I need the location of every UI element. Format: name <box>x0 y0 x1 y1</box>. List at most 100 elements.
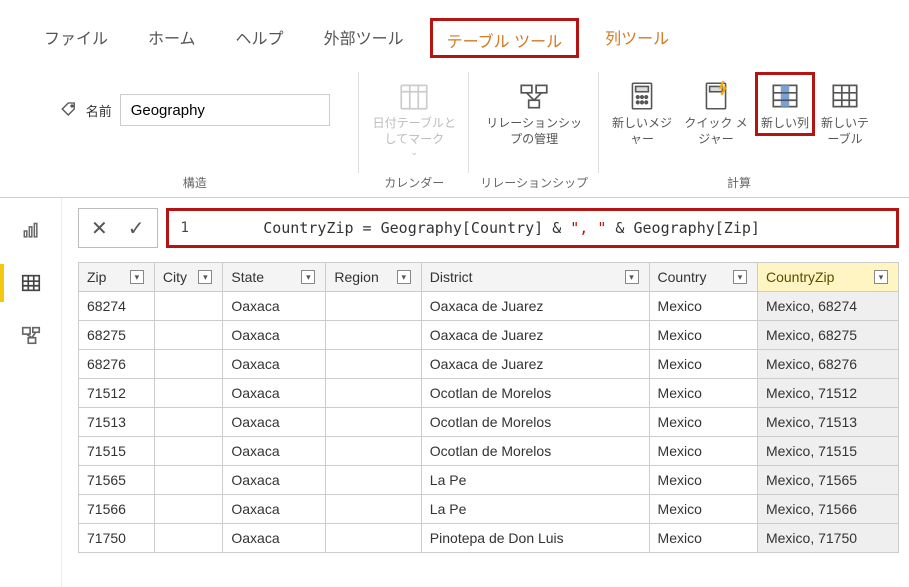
cell-district[interactable]: Ocotlan de Morelos <box>421 408 649 437</box>
cell-city[interactable] <box>154 408 222 437</box>
cell-state[interactable]: Oaxaca <box>223 350 326 379</box>
cell-country[interactable]: Mexico <box>649 408 757 437</box>
cell-countryzip[interactable]: Mexico, 68275 <box>757 321 898 350</box>
table-row[interactable]: 71566 Oaxaca La PeMexicoMexico, 71566 <box>79 495 899 524</box>
cell-region[interactable] <box>326 495 421 524</box>
cell-zip[interactable]: 71515 <box>79 437 155 466</box>
filter-dropdown-icon[interactable]: ▾ <box>301 270 315 284</box>
cell-district[interactable]: La Pe <box>421 466 649 495</box>
cell-state[interactable]: Oaxaca <box>223 495 326 524</box>
cell-zip[interactable]: 71512 <box>79 379 155 408</box>
cell-country[interactable]: Mexico <box>649 350 757 379</box>
cell-region[interactable] <box>326 379 421 408</box>
filter-dropdown-icon[interactable]: ▾ <box>625 270 639 284</box>
cell-state[interactable]: Oaxaca <box>223 379 326 408</box>
tab-column-tools[interactable]: 列ツール <box>591 15 683 58</box>
table-row[interactable]: 71515 Oaxaca Ocotlan de MorelosMexicoMexic… <box>79 437 899 466</box>
cell-zip[interactable]: 68276 <box>79 350 155 379</box>
cell-country[interactable]: Mexico <box>649 466 757 495</box>
cell-country[interactable]: Mexico <box>649 495 757 524</box>
cell-city[interactable] <box>154 495 222 524</box>
new-column-button[interactable]: 新しい列 <box>755 72 815 136</box>
filter-dropdown-icon[interactable]: ▾ <box>198 270 212 284</box>
cell-city[interactable] <box>154 321 222 350</box>
tab-help[interactable]: ヘルプ <box>222 15 298 58</box>
filter-dropdown-icon[interactable]: ▾ <box>397 270 411 284</box>
filter-dropdown-icon[interactable]: ▾ <box>130 270 144 284</box>
cell-countryzip[interactable]: Mexico, 71512 <box>757 379 898 408</box>
cell-country[interactable]: Mexico <box>649 437 757 466</box>
commit-formula-button[interactable]: ✓ <box>128 216 145 241</box>
cell-zip[interactable]: 68274 <box>79 292 155 321</box>
cell-country[interactable]: Mexico <box>649 379 757 408</box>
cell-region[interactable] <box>326 437 421 466</box>
new-measure-button[interactable]: 新しいメジャー <box>607 72 677 151</box>
table-row[interactable]: 68276 Oaxaca Oaxaca de JuarezMexicoMexico,… <box>79 350 899 379</box>
cell-zip[interactable]: 71513 <box>79 408 155 437</box>
cell-state[interactable]: Oaxaca <box>223 292 326 321</box>
cell-district[interactable]: La Pe <box>421 495 649 524</box>
cell-state[interactable]: Oaxaca <box>223 466 326 495</box>
cell-region[interactable] <box>326 466 421 495</box>
cell-country[interactable]: Mexico <box>649 292 757 321</box>
col-header-state[interactable]: State▾ <box>223 263 326 292</box>
cell-zip[interactable]: 71566 <box>79 495 155 524</box>
cell-district[interactable]: Oaxaca de Juarez <box>421 321 649 350</box>
cell-zip[interactable]: 71565 <box>79 466 155 495</box>
tab-home[interactable]: ホーム <box>134 15 210 58</box>
cell-district[interactable]: Ocotlan de Morelos <box>421 379 649 408</box>
cell-zip[interactable]: 68275 <box>79 321 155 350</box>
cell-countryzip[interactable]: Mexico, 71750 <box>757 524 898 553</box>
cell-zip[interactable]: 71750 <box>79 524 155 553</box>
report-view-button[interactable] <box>7 216 55 246</box>
cell-countryzip[interactable]: Mexico, 71515 <box>757 437 898 466</box>
cell-countryzip[interactable]: Mexico, 68274 <box>757 292 898 321</box>
table-row[interactable]: 71513 Oaxaca Ocotlan de MorelosMexicoMexic… <box>79 408 899 437</box>
model-view-button[interactable] <box>7 320 55 350</box>
manage-relationships-button[interactable]: リレーションシップの管理 <box>479 72 589 151</box>
quick-measure-button[interactable]: クイック メジャー <box>681 72 751 151</box>
new-table-button[interactable]: 新しいテーブル <box>819 72 871 151</box>
tab-file[interactable]: ファイル <box>30 15 122 58</box>
table-row[interactable]: 68275 Oaxaca Oaxaca de JuarezMexicoMexico,… <box>79 321 899 350</box>
filter-dropdown-icon[interactable]: ▾ <box>874 270 888 284</box>
cell-city[interactable] <box>154 524 222 553</box>
table-name-input[interactable] <box>120 94 330 126</box>
cell-district[interactable]: Oaxaca de Juarez <box>421 350 649 379</box>
cell-countryzip[interactable]: Mexico, 68276 <box>757 350 898 379</box>
cell-region[interactable] <box>326 321 421 350</box>
filter-dropdown-icon[interactable]: ▾ <box>733 270 747 284</box>
tab-table-tools[interactable]: テーブル ツール <box>430 18 580 58</box>
cell-region[interactable] <box>326 292 421 321</box>
col-header-district[interactable]: District▾ <box>421 263 649 292</box>
cell-city[interactable] <box>154 350 222 379</box>
cell-district[interactable]: Oaxaca de Juarez <box>421 292 649 321</box>
table-row[interactable]: 68274 Oaxaca Oaxaca de JuarezMexicoMexico,… <box>79 292 899 321</box>
col-header-countryzip[interactable]: CountryZip▾ <box>757 263 898 292</box>
cell-state[interactable]: Oaxaca <box>223 437 326 466</box>
col-header-city[interactable]: City▾ <box>154 263 222 292</box>
cell-region[interactable] <box>326 524 421 553</box>
cell-city[interactable] <box>154 379 222 408</box>
table-row[interactable]: 71512 Oaxaca Ocotlan de MorelosMexicoMexic… <box>79 379 899 408</box>
data-view-button[interactable] <box>7 268 55 298</box>
col-header-zip[interactable]: Zip▾ <box>79 263 155 292</box>
col-header-country[interactable]: Country▾ <box>649 263 757 292</box>
cell-city[interactable] <box>154 466 222 495</box>
tab-external-tools[interactable]: 外部ツール <box>310 15 418 58</box>
cell-country[interactable]: Mexico <box>649 321 757 350</box>
cancel-formula-button[interactable]: ✕ <box>91 216 108 241</box>
cell-countryzip[interactable]: Mexico, 71566 <box>757 495 898 524</box>
cell-countryzip[interactable]: Mexico, 71565 <box>757 466 898 495</box>
cell-state[interactable]: Oaxaca <box>223 408 326 437</box>
cell-state[interactable]: Oaxaca <box>223 321 326 350</box>
cell-district[interactable]: Ocotlan de Morelos <box>421 437 649 466</box>
table-row[interactable]: 71565 Oaxaca La PeMexicoMexico, 71565 <box>79 466 899 495</box>
col-header-region[interactable]: Region▾ <box>326 263 421 292</box>
formula-input[interactable]: 1 CountryZip = Geography[Country] & ", "… <box>166 208 899 248</box>
cell-state[interactable]: Oaxaca <box>223 524 326 553</box>
cell-countryzip[interactable]: Mexico, 71513 <box>757 408 898 437</box>
mark-as-date-table-button[interactable]: 日付テーブルとしてマーク ⌄ <box>368 72 460 163</box>
cell-district[interactable]: Pinotepa de Don Luis <box>421 524 649 553</box>
cell-country[interactable]: Mexico <box>649 524 757 553</box>
